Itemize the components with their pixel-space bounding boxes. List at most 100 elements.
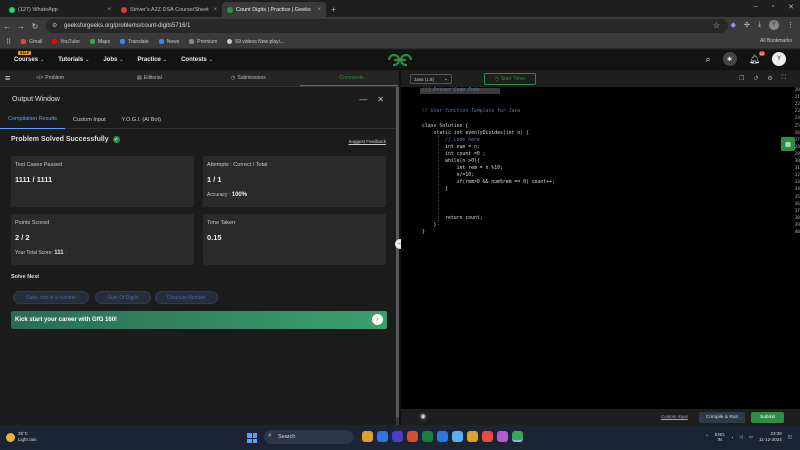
store-icon[interactable] — [452, 431, 463, 442]
custom-input-link[interactable]: Custom Input — [661, 414, 688, 419]
windows-start-icon[interactable] — [247, 433, 257, 443]
theme-toggle-icon[interactable]: ✱ — [722, 52, 737, 66]
total-score-value: 111 — [54, 250, 64, 256]
reload-icon[interactable]: ↻ — [28, 22, 42, 31]
gfg160-banner[interactable]: Kick start your career with GfG 160! › — [11, 311, 387, 329]
chevron-up-icon[interactable]: ⌃ — [705, 434, 709, 440]
profile-avatar[interactable]: Y — [769, 20, 779, 30]
solve-next-disarium[interactable]: Disarium Number — [155, 291, 218, 304]
battery-icon[interactable]: ▭ — [749, 434, 753, 440]
copy-icon[interactable]: ❐ — [739, 75, 744, 82]
minimize-icon[interactable]: — — [359, 95, 367, 104]
wifi-icon[interactable]: ◔ — [731, 435, 734, 440]
minimize-icon[interactable]: – — [754, 3, 758, 11]
tab-editorial[interactable]: ▤ Editorial — [137, 75, 162, 81]
clock[interactable]: 23:39 11-12-2024 — [759, 431, 782, 443]
menu-dots-icon[interactable]: ⋮ — [787, 21, 794, 29]
submit-button[interactable]: Submit — [751, 412, 784, 423]
bookmark-videos[interactable]: 69 videos Now playi... — [227, 39, 284, 45]
points-card: Points Scored 2 / 2 Your Total Score: 11… — [11, 214, 194, 265]
file-explorer-icon[interactable] — [362, 431, 373, 442]
download-icon[interactable]: ⤓ — [758, 21, 761, 29]
user-avatar[interactable]: Y — [772, 52, 786, 66]
volume-icon[interactable]: ◁ — [739, 434, 742, 440]
tab-submissions[interactable]: ◷ Submissions — [231, 75, 266, 81]
reset-icon[interactable]: ↺ — [753, 75, 758, 82]
bookmark-youtube[interactable]: YouTube — [52, 39, 80, 45]
language-select[interactable]: Java (1.8) ⌄ — [410, 74, 452, 84]
tab-comments[interactable]: ◌ Comments — [300, 71, 398, 86]
nav-contests[interactable]: Contests ⌄ — [181, 57, 213, 63]
extensions-puzzle-icon[interactable]: ✣ — [744, 21, 750, 29]
edge-icon[interactable] — [437, 431, 448, 442]
extension-icon[interactable]: ◆ — [731, 21, 736, 29]
test-cases-value: 1111 / 1111 — [15, 175, 53, 184]
xbox-icon[interactable] — [422, 431, 433, 442]
nav-courses[interactable]: Courses ⌄ — [14, 57, 44, 63]
result-body: Problem Solved Successfully ✓ Suggest Fe… — [0, 129, 398, 425]
close-icon[interactable]: ✕ — [377, 95, 384, 104]
forward-icon[interactable]: → — [14, 22, 28, 31]
arrow-right-icon[interactable]: › — [372, 314, 383, 325]
gfg-logo[interactable] — [387, 53, 413, 67]
bell-icon[interactable]: 🔔︎ 42 — [749, 50, 765, 65]
photos-icon[interactable] — [497, 431, 508, 442]
browser-tab-striver[interactable]: Striver's A2Z DSA Course/Sheet × — [116, 2, 222, 17]
start-timer-button[interactable]: ◷ Start Timer — [484, 73, 536, 85]
all-bookmarks[interactable]: All Bookmarks — [760, 38, 792, 44]
bookmark-news[interactable]: News — [158, 39, 179, 45]
fullscreen-icon[interactable]: ⛶ — [782, 75, 786, 82]
search-icon[interactable]: ⌕ — [706, 54, 711, 65]
nav-jobs[interactable]: Jobs ⌄ — [103, 57, 123, 63]
new-tab-button[interactable]: + — [326, 2, 341, 17]
tab-label: Comments — [339, 75, 364, 81]
apps-grid-icon[interactable]: ⠿ — [6, 38, 11, 46]
bookmark-premium[interactable]: Premium — [189, 39, 217, 45]
browser-tab-gfg[interactable]: Count Digits | Practice | Geeks × — [222, 2, 326, 17]
suggest-feedback-link[interactable]: Suggest Feedback — [348, 139, 386, 144]
floating-action-icon[interactable]: ▦ — [781, 137, 795, 151]
bookmark-star-icon[interactable]: ☆ — [713, 21, 720, 30]
bookmark-maps[interactable]: Maps — [89, 39, 110, 45]
lightbulb-icon[interactable]: ✺ — [418, 412, 428, 422]
solve-next-sum-of-digits[interactable]: Sum Of Digits — [95, 291, 151, 304]
office-icon[interactable] — [407, 431, 418, 442]
line-number: 39 — [794, 222, 800, 228]
settings-icon[interactable]: ⚙ — [767, 75, 772, 82]
tab-problem[interactable]: </> Problem — [36, 75, 64, 81]
address-bar[interactable]: ⚙ geeksforgeeks.org/problems/count-digit… — [46, 19, 728, 33]
solve-next-cube-root[interactable]: Cube root of a number — [13, 291, 89, 304]
close-icon[interactable]: × — [317, 7, 321, 13]
weather-widget[interactable]: 25°C Light rain — [6, 431, 37, 443]
hamburger-icon[interactable]: ≡ — [5, 73, 10, 83]
chrome-icon[interactable] — [482, 431, 493, 442]
close-icon[interactable]: × — [107, 7, 111, 13]
close-window-icon[interactable]: ✕ — [788, 3, 794, 11]
language-indicator[interactable]: ENG IN — [715, 432, 725, 442]
notification-icon[interactable]: ◫ — [788, 434, 792, 440]
compile-run-button[interactable]: Compile & Run — [699, 412, 745, 423]
folder-icon[interactable] — [467, 431, 478, 442]
teams-icon[interactable] — [392, 431, 403, 442]
nav-practice[interactable]: Practice ⌄ — [138, 57, 168, 63]
bookmark-gmail[interactable]: Gmail — [21, 39, 42, 45]
search-icon: ⌕ — [268, 432, 272, 439]
code-line: static int evenlyDivides(int n) { — [422, 130, 529, 136]
bookmark-translate[interactable]: Translate — [120, 39, 149, 45]
weather-text: 25°C Light rain — [18, 431, 37, 443]
gfg-app-icon[interactable] — [512, 431, 523, 442]
back-icon[interactable]: ← — [0, 22, 14, 31]
browser-tab-whatsapp[interactable]: (127) WhatsApp × — [4, 2, 116, 17]
taskbar-search[interactable]: ⌕ Search — [264, 430, 354, 444]
maximize-icon[interactable]: ▫ — [772, 3, 774, 11]
close-icon[interactable]: × — [213, 7, 217, 13]
attempts-card: Attempts : Correct / Total 1 / 1 Accurac… — [203, 156, 386, 207]
browser-tab-bar: (127) WhatsApp × Striver's A2Z DSA Cours… — [0, 0, 800, 17]
tab-compilation-results[interactable]: Compilation Results — [0, 111, 65, 129]
tab-custom-input[interactable]: Custom Input — [65, 111, 114, 129]
mail-icon[interactable] — [377, 431, 388, 442]
code-editor[interactable]: 20 //{ Driver Code Ends 21 22 23 // User func… — [401, 87, 800, 409]
nav-tutorials[interactable]: Tutorials ⌄ — [58, 57, 89, 63]
site-info-icon[interactable]: ⚙ — [52, 22, 57, 29]
tab-yogi-ai-bot[interactable]: Y.O.G.I. (AI Bot) — [114, 111, 169, 129]
